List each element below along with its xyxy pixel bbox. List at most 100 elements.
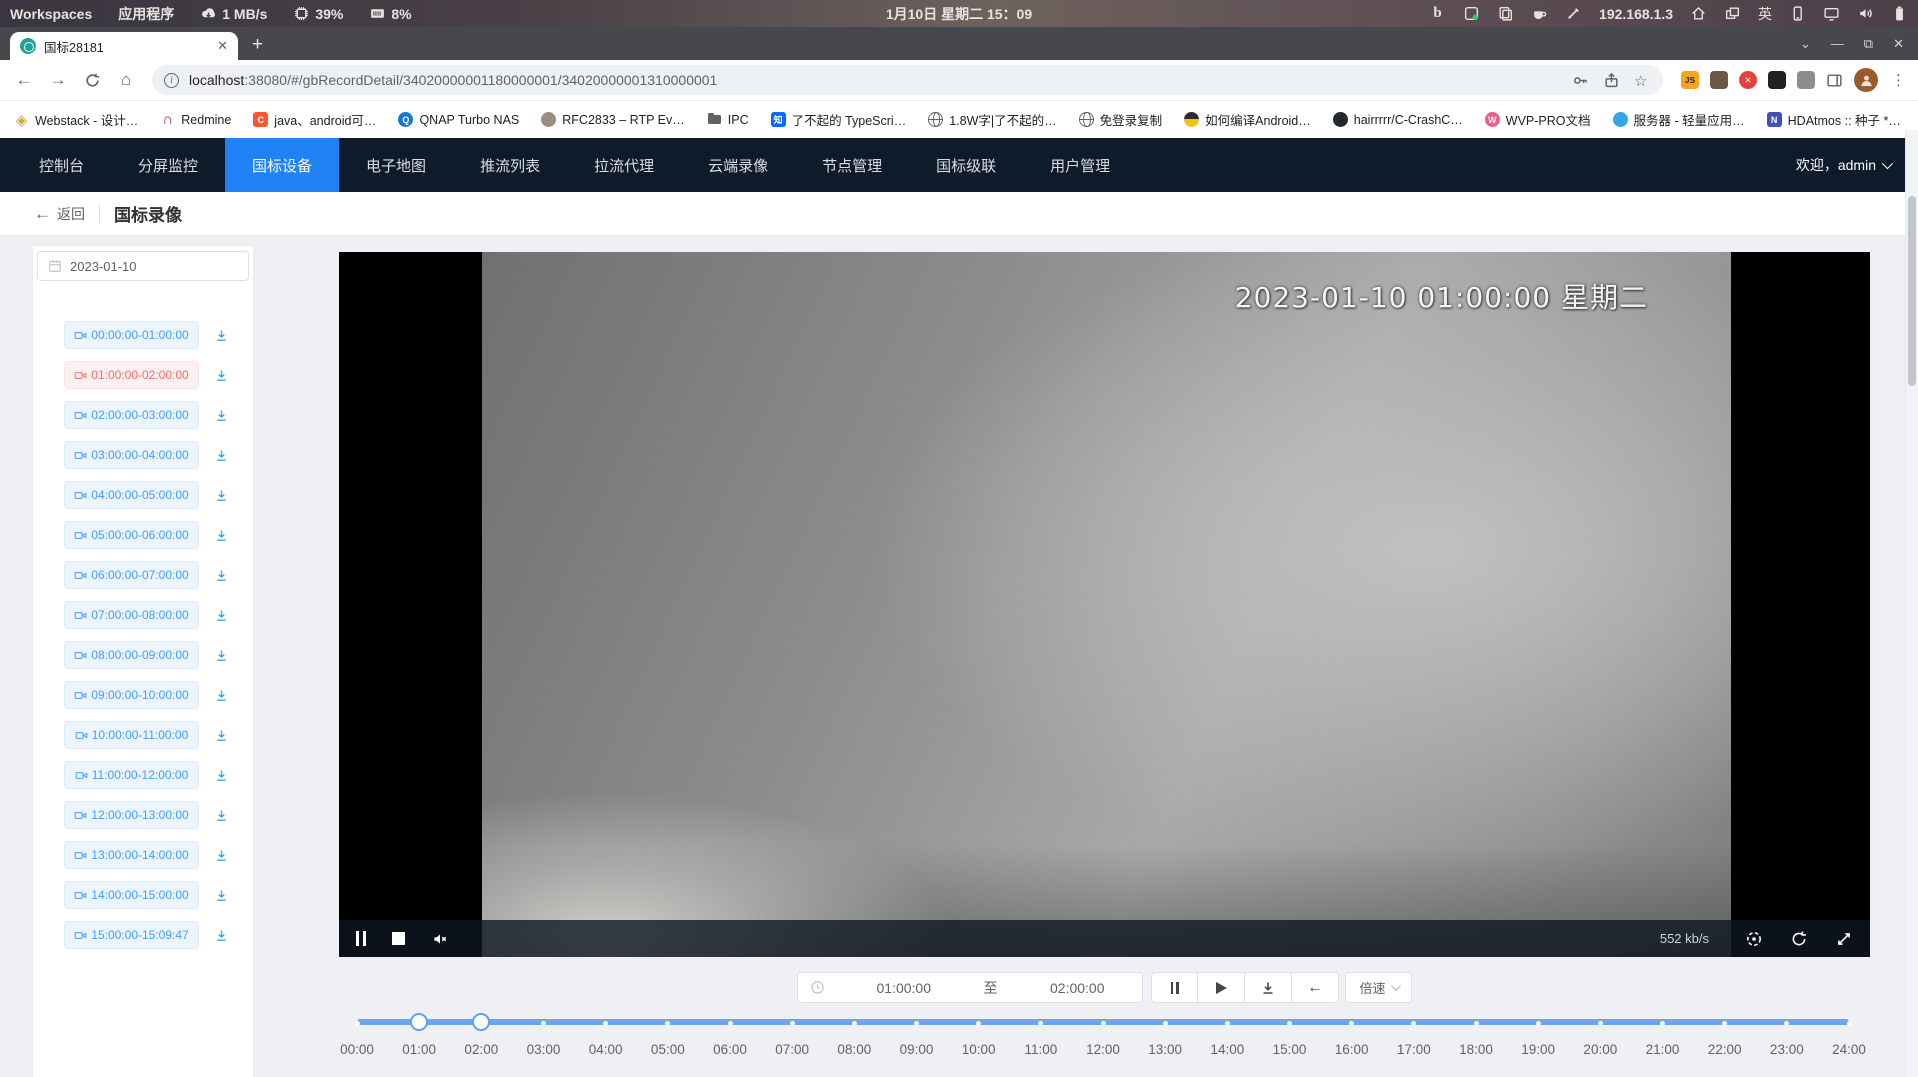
windows-icon[interactable]: [1724, 5, 1741, 22]
window-close-icon[interactable]: ✕: [1893, 36, 1904, 52]
page-info-icon[interactable]: i: [164, 73, 179, 88]
recording-segment-button[interactable]: 14:00:00-15:00:00: [64, 881, 199, 909]
extension-gray-icon[interactable]: [1797, 71, 1815, 89]
extension-js-icon[interactable]: JS: [1681, 71, 1699, 89]
extension-icon[interactable]: [1710, 71, 1728, 89]
window-maximize-icon[interactable]: ⧉: [1864, 36, 1873, 52]
recording-segment-button[interactable]: 04:00:00-05:00:00: [64, 481, 199, 509]
video-player[interactable]: 2023-01-10 01:00:00 星期二 552 kb/s: [339, 252, 1870, 957]
bookmark-item[interactable]: W WVP-PRO文档: [1485, 110, 1591, 129]
download-segment-button[interactable]: [212, 606, 230, 624]
download-segment-button[interactable]: [212, 766, 230, 784]
display-icon[interactable]: [1823, 5, 1840, 22]
recording-segment-button[interactable]: 08:00:00-09:00:00: [64, 641, 199, 669]
recording-segment-button[interactable]: 03:00:00-04:00:00: [64, 441, 199, 469]
download-segment-button[interactable]: [212, 726, 230, 744]
pause-icon[interactable]: [356, 931, 366, 946]
home-icon[interactable]: [1690, 5, 1707, 22]
nav-tab[interactable]: 国标级联: [909, 138, 1023, 192]
date-picker[interactable]: 2023-01-10: [37, 251, 249, 281]
nav-tab[interactable]: 分屏监控: [111, 138, 225, 192]
back-icon[interactable]: ←: [10, 66, 38, 94]
speed-dropdown[interactable]: 倍速: [1345, 972, 1412, 1003]
nav-tab[interactable]: 控制台: [12, 138, 111, 192]
pause-button[interactable]: [1151, 972, 1198, 1003]
copy-icon[interactable]: [1497, 5, 1514, 22]
recording-segment-button[interactable]: 06:00:00-07:00:00: [64, 561, 199, 589]
recording-segment-button[interactable]: 13:00:00-14:00:00: [64, 841, 199, 869]
bookmark-item[interactable]: C java、android可…: [253, 110, 376, 129]
bookmark-item[interactable]: 如何编译Android…: [1184, 110, 1311, 129]
bookmark-item[interactable]: N HDAtmos :: 种子 *…: [1767, 110, 1901, 129]
download-segment-button[interactable]: [212, 486, 230, 504]
ip-address[interactable]: 192.168.1.3: [1599, 6, 1673, 22]
user-menu[interactable]: 欢迎，admin: [1796, 155, 1890, 175]
recording-segment-button[interactable]: 10:00:00-11:00:00: [64, 721, 199, 749]
bookmark-item[interactable]: 免登录复制: [1079, 110, 1163, 129]
download-button[interactable]: [1245, 972, 1292, 1003]
browser-tab[interactable]: 国标28181 ✕: [10, 32, 238, 60]
stop-icon[interactable]: [392, 932, 405, 945]
timeline-range-handle[interactable]: [410, 1013, 428, 1031]
password-key-icon[interactable]: [1572, 72, 1589, 89]
bookmark-item[interactable]: ∩ Redmine: [160, 112, 231, 127]
recording-segment-button[interactable]: 02:00:00-03:00:00: [64, 401, 199, 429]
coffee-icon[interactable]: [1531, 5, 1548, 22]
cpu-indicator[interactable]: 39%: [293, 5, 343, 22]
end-time-input[interactable]: 02:00:00: [1013, 980, 1143, 996]
share-icon[interactable]: [1603, 72, 1620, 89]
bookmark-item[interactable]: 知 了不起的 TypeScri…: [771, 110, 907, 129]
recording-segment-button[interactable]: 12:00:00-13:00:00: [64, 801, 199, 829]
bookmark-item[interactable]: hairrrrr/C-CrashC…: [1333, 112, 1463, 127]
nav-tab[interactable]: 电子地图: [339, 138, 453, 192]
bookmark-item[interactable]: ◈ Webstack - 设计…: [14, 110, 138, 129]
download-segment-button[interactable]: [212, 686, 230, 704]
nav-tab[interactable]: 推流列表: [453, 138, 567, 192]
bookmark-item[interactable]: IPC: [707, 112, 749, 127]
download-segment-button[interactable]: [212, 886, 230, 904]
download-segment-button[interactable]: [212, 446, 230, 464]
window-menu-icon[interactable]: ⌄: [1800, 36, 1811, 52]
applications-button[interactable]: 应用程序: [118, 4, 174, 24]
nav-tab[interactable]: 国标设备: [225, 138, 339, 192]
reload-icon[interactable]: [78, 66, 106, 94]
launcher-b-icon[interactable]: b: [1429, 5, 1446, 22]
app-window-icon[interactable]: [1463, 5, 1480, 22]
recording-segment-button[interactable]: 11:00:00-12:00:00: [64, 761, 199, 789]
page-scrollbar[interactable]: [1905, 130, 1918, 1077]
battery-icon[interactable]: [1891, 5, 1908, 22]
new-tab-button[interactable]: +: [252, 34, 263, 56]
download-segment-button[interactable]: [212, 846, 230, 864]
refresh-icon[interactable]: [1790, 930, 1808, 948]
download-segment-button[interactable]: [212, 526, 230, 544]
download-segment-button[interactable]: [212, 326, 230, 344]
recording-segment-button[interactable]: 00:00:00-01:00:00: [64, 321, 199, 349]
snapshot-icon[interactable]: [1745, 930, 1763, 948]
extension-blocker-icon[interactable]: ✕: [1739, 71, 1757, 89]
start-time-input[interactable]: 01:00:00: [839, 980, 969, 996]
mute-icon[interactable]: [431, 930, 449, 948]
nav-tab[interactable]: 拉流代理: [567, 138, 681, 192]
nav-tab[interactable]: 云端录像: [681, 138, 795, 192]
recording-segment-button[interactable]: 01:00:00-02:00:00: [64, 361, 199, 389]
phone-link-icon[interactable]: [1789, 5, 1806, 22]
back-button[interactable]: ←返回: [34, 204, 85, 224]
bookmark-item[interactable]: 服务器 - 轻量应用…: [1613, 110, 1745, 129]
download-segment-button[interactable]: [212, 646, 230, 664]
scrollbar-thumb[interactable]: [1908, 196, 1916, 386]
bookmark-item[interactable]: Q QNAP Turbo NAS: [398, 112, 519, 127]
forward-icon[interactable]: →: [44, 66, 72, 94]
time-range-picker[interactable]: 01:00:00 至 02:00:00: [797, 972, 1143, 1003]
memory-indicator[interactable]: 8%: [369, 5, 411, 22]
input-language[interactable]: 英: [1758, 4, 1772, 24]
side-panel-icon[interactable]: [1826, 72, 1843, 89]
tab-close-icon[interactable]: ✕: [217, 38, 228, 54]
nav-tab[interactable]: 节点管理: [795, 138, 909, 192]
workspaces-button[interactable]: Workspaces: [10, 6, 92, 22]
home-button-icon[interactable]: ⌂: [112, 66, 140, 94]
extension-dark-icon[interactable]: [1768, 71, 1786, 89]
volume-icon[interactable]: [1857, 5, 1874, 22]
download-segment-button[interactable]: [212, 806, 230, 824]
bookmark-star-icon[interactable]: ☆: [1634, 72, 1651, 89]
fullscreen-icon[interactable]: [1835, 930, 1853, 948]
